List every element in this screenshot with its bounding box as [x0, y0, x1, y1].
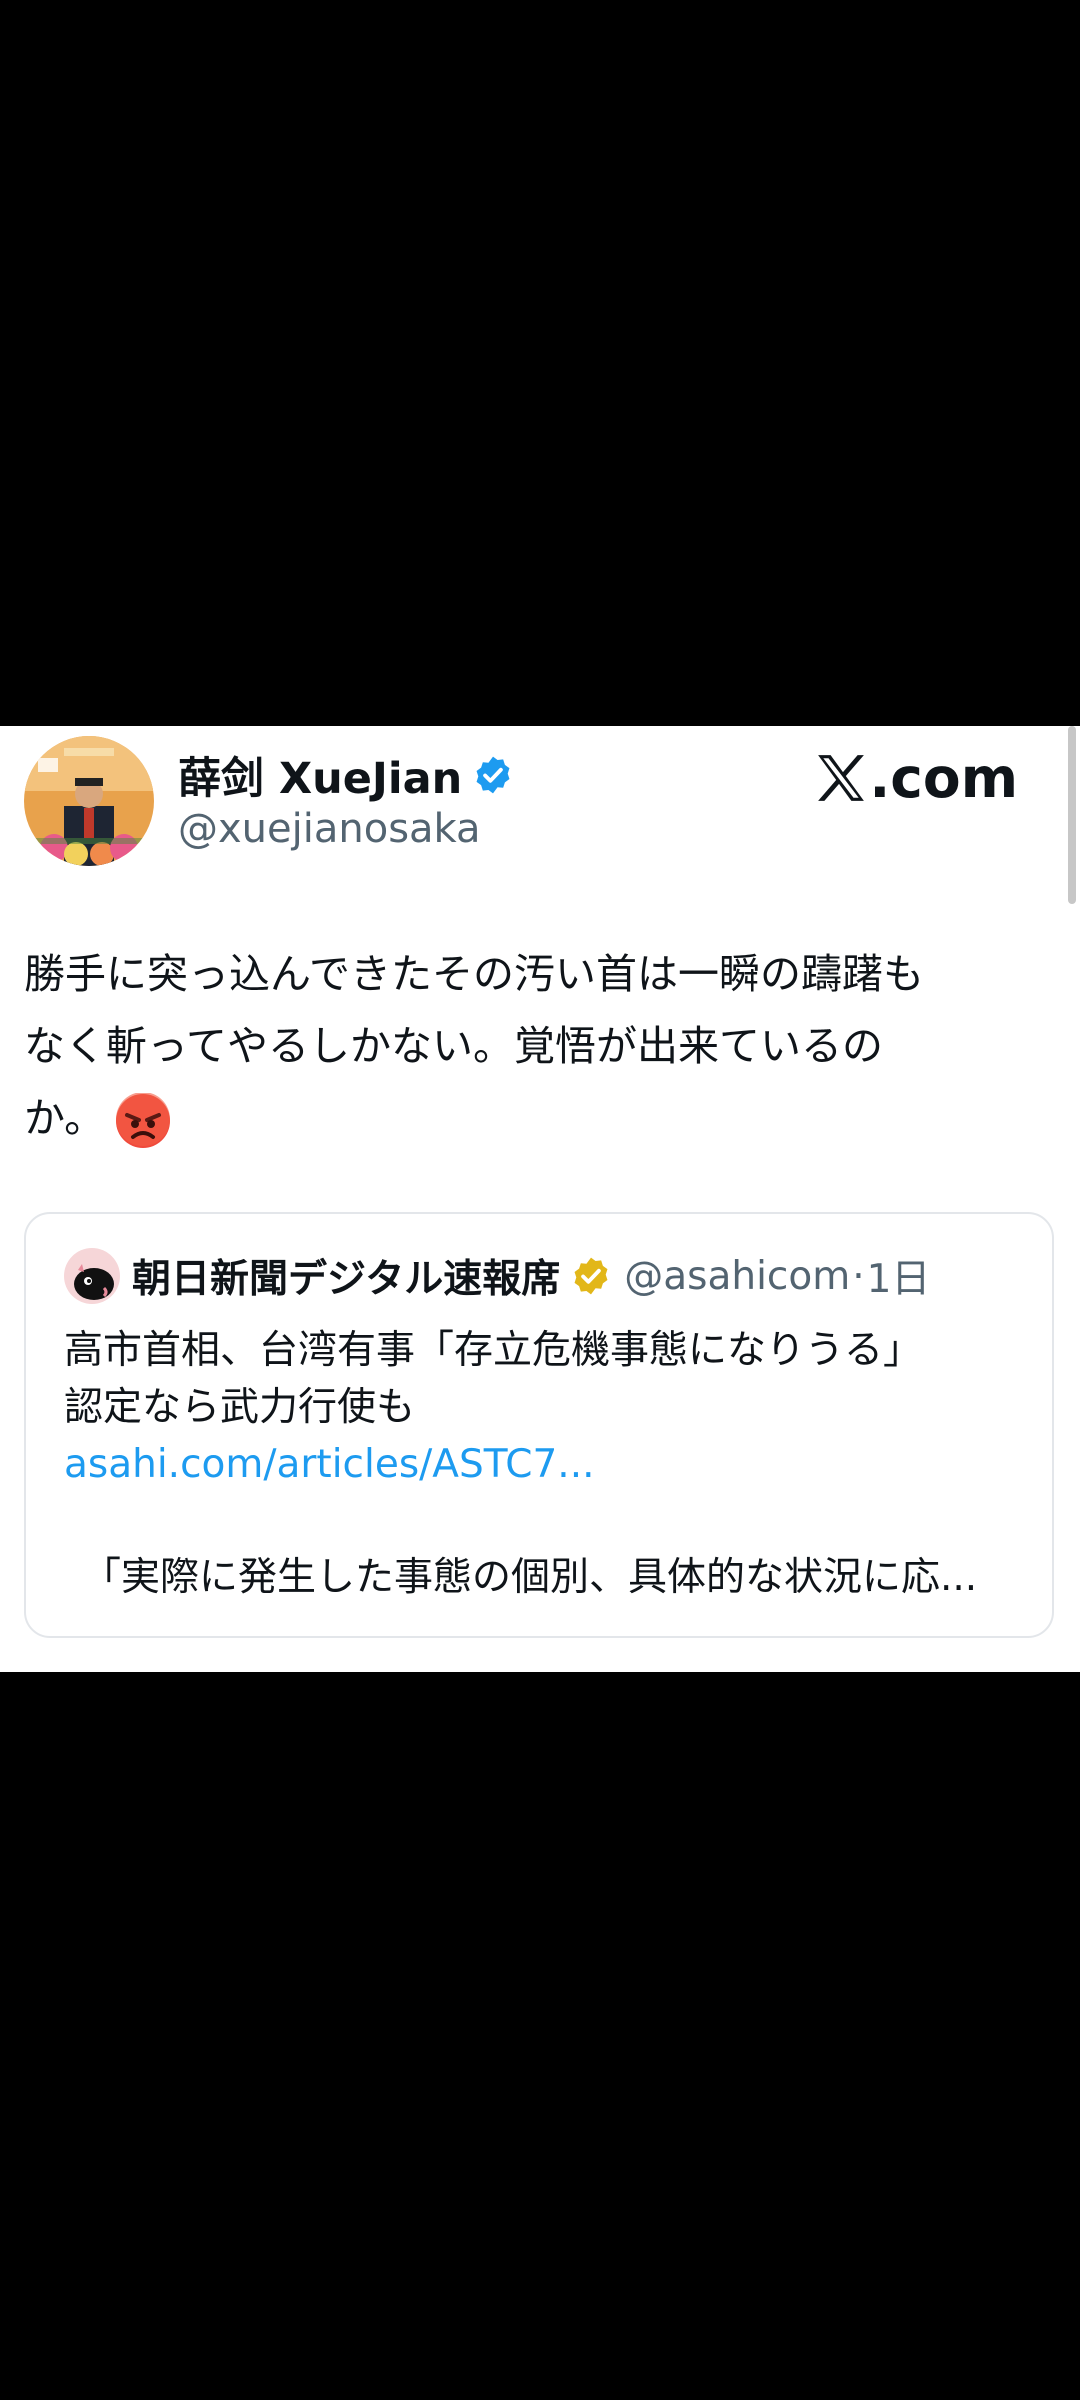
- meta-separator: ·: [852, 1253, 865, 1299]
- x-com-watermark: .com: [815, 746, 1018, 810]
- quoted-text-line: 認定なら武力行使も: [64, 1385, 416, 1430]
- quoted-time: 1日: [866, 1257, 931, 1302]
- tweet-line: か。: [24, 1082, 1054, 1154]
- tweet-line: 勝手に突っ込んできたその汚い首は一瞬の躊躇も: [24, 950, 924, 998]
- tweet-body: 勝手に突っ込んできたその汚い首は一瞬の躊躇も なく斬ってやるしかない。覚悟が出来…: [24, 938, 1054, 1154]
- quoted-tweet-text: 高市首相、台湾有事「存立危機事態になりうる」 認定なら武力行使も asahi.c…: [64, 1322, 922, 1493]
- scrollbar[interactable]: [1068, 726, 1076, 904]
- tweet-line: なく斬ってやるしかない。覚悟が出来ているの: [24, 1022, 883, 1070]
- x-logo-icon: [818, 755, 865, 801]
- author-avatar[interactable]: [24, 736, 154, 866]
- site-label: .com: [869, 746, 1018, 810]
- article-excerpt: 「実際に発生した事態の個別、具体的な状況に応...: [82, 1555, 978, 1600]
- quoted-tweet[interactable]: 朝日新聞デジタル速報席 @asahicom · 1日 高市首相、台湾有事「存立危…: [24, 1212, 1054, 1638]
- author-handle[interactable]: @xuejianosaka: [178, 806, 481, 852]
- quoted-author-avatar[interactable]: [64, 1248, 120, 1304]
- quoted-author-name[interactable]: 朝日新聞デジタル速報席: [132, 1248, 560, 1304]
- article-link[interactable]: asahi.com/articles/ASTC7...: [64, 1436, 922, 1493]
- quoted-author-handle[interactable]: @asahicom: [624, 1254, 850, 1299]
- tweet-line-text: か。: [24, 1094, 106, 1142]
- author-name-row: 薛剑 XueJian: [178, 744, 514, 806]
- angry-face-emoji-icon: [116, 1093, 171, 1148]
- quoted-tweet-header: 朝日新聞デジタル速報席 @asahicom · 1日: [64, 1248, 930, 1304]
- tweet-screenshot-card: 薛剑 XueJian @xuejianosaka .com 勝手に突っ込んできた…: [0, 726, 1080, 1672]
- author-name[interactable]: 薛剑 XueJian: [178, 744, 462, 806]
- verified-badge-icon: [476, 756, 510, 794]
- quoted-text-line: 高市首相、台湾有事「存立危機事態になりうる」: [64, 1328, 923, 1373]
- verified-gold-badge-icon: [574, 1257, 608, 1295]
